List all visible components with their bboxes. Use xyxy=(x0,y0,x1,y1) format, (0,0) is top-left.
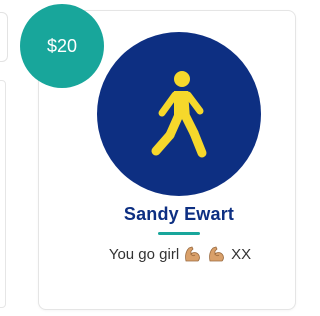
flexed-biceps-icon xyxy=(185,246,201,262)
message-text: You go girl xyxy=(108,245,180,263)
donor-avatar xyxy=(97,32,261,196)
donor-name: Sandy Ewart xyxy=(123,204,235,224)
donations-panel: $20 Sandy Ewart You go girl XX xyxy=(0,0,299,316)
donation-amount: $20 xyxy=(46,35,78,56)
name-underline xyxy=(158,232,200,235)
previous-card-edge xyxy=(0,80,6,308)
donation-amount-badge: $20 xyxy=(20,4,104,88)
person-walking-icon xyxy=(151,71,207,158)
previous-card-badge-edge xyxy=(0,12,8,62)
message-suffix: XX xyxy=(231,245,252,263)
donation-message: You go girl XX xyxy=(80,243,280,265)
flexed-biceps-icon xyxy=(209,246,225,262)
